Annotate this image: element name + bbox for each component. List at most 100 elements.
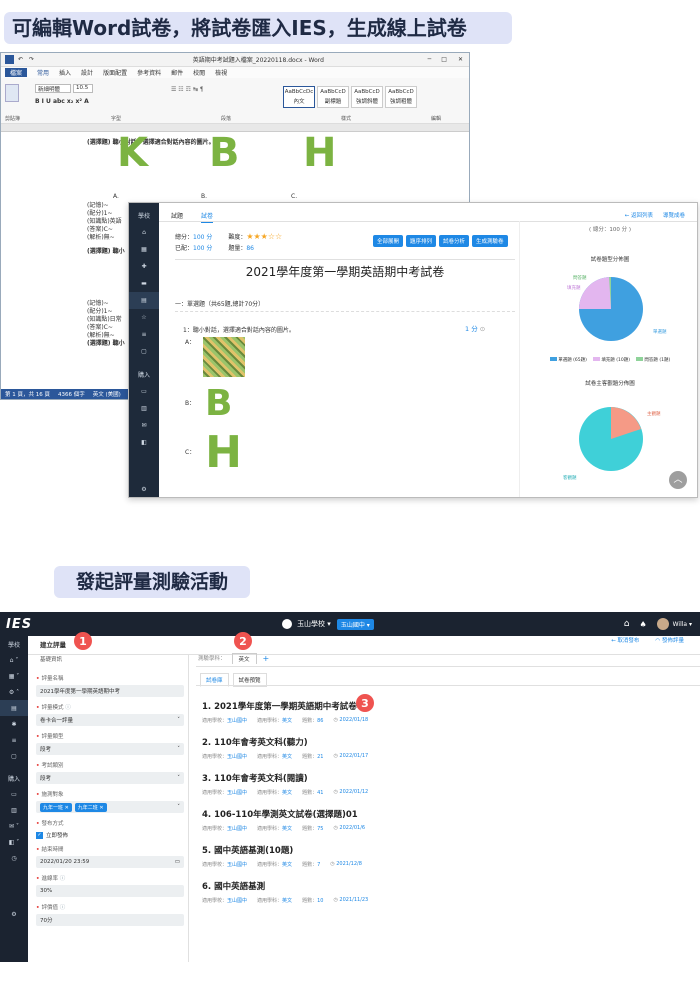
home-icon[interactable]: ⌂ <box>129 224 159 241</box>
exam-category-select[interactable]: 段考 ˅ <box>36 772 184 784</box>
font-size-select[interactable]: 10.5 <box>73 84 93 93</box>
grid-icon[interactable]: ▦ ˅ <box>0 668 28 684</box>
menu-layout[interactable]: 版面配置 <box>103 68 127 77</box>
info-icon[interactable]: ⓘ <box>65 705 71 711</box>
bookmark-icon[interactable]: ☆ <box>129 309 159 326</box>
card-icon[interactable]: ▭ <box>0 786 28 802</box>
list-item[interactable]: 6. 國中英語基測 適用學校：玉山國中 適用學科：英文 題數：10 ◷ 2021/11… <box>202 880 682 904</box>
score-input[interactable]: 70分 <box>36 914 184 926</box>
menu-references[interactable]: 參考資料 <box>137 68 161 77</box>
mail-icon[interactable]: ✉ <box>129 417 159 434</box>
menu-review[interactable]: 校閱 <box>193 68 205 77</box>
guide-paper-link[interactable]: 導覽成卷 <box>663 211 685 219</box>
doc-icon[interactable]: ▤ <box>0 700 28 716</box>
info-icon[interactable]: ⓘ <box>60 876 66 882</box>
avatar[interactable] <box>656 618 669 630</box>
action-links: ← 取消發布 ◠ 發佈評量 <box>611 636 684 644</box>
list-item[interactable]: 4. 106-110年學測英文試卷(選擇題)01 適用學校：玉山國中 適用學科：英… <box>202 808 682 832</box>
chart-icon[interactable]: ▥ <box>0 802 28 818</box>
sidebar-item-buy[interactable]: 購入 <box>129 366 159 383</box>
assessment-name-input[interactable]: 2021學年度第一學期英語期中考 <box>36 685 184 697</box>
publish-now-checkbox[interactable]: ✓ 立即發佈 <box>36 831 184 839</box>
sidebar-item-school[interactable]: 學校 <box>129 207 159 224</box>
ies-logo[interactable]: IES <box>6 617 32 632</box>
settings-icon[interactable]: ⚙ <box>129 481 159 497</box>
assessment-mode-select[interactable]: 卷卡合一評量 ˅ <box>36 714 184 726</box>
publish-assessment-link[interactable]: ◠ 發佈評量 <box>655 636 684 644</box>
menu-mailings[interactable]: 郵件 <box>171 68 183 77</box>
paste-icon[interactable] <box>5 84 19 102</box>
list-item[interactable]: 1. 2021學年度第一學期英語期中考試卷 適用學校：玉山國中 適用學科：英文 題數… <box>202 700 682 724</box>
cancel-publish-link[interactable]: ← 取消發布 <box>611 636 639 644</box>
class-tag-1[interactable]: 九年一班 ✕ <box>40 802 72 812</box>
end-time-input[interactable]: 2022/01/20 23:59 ▭ <box>36 856 184 868</box>
style-normal[interactable]: AaBbCcDc 內文 <box>283 86 315 108</box>
expand-all-button[interactable]: 全部展開 <box>373 235 404 247</box>
school-tag[interactable]: 玉山國中 ▾ <box>336 618 374 630</box>
menu-home[interactable]: 常用 <box>37 68 49 77</box>
school-selector[interactable]: 玉山學校 ▾ <box>297 619 331 629</box>
target-classes-select[interactable]: 九年一班 ✕ 九年二班 ✕ ˅ <box>36 801 184 813</box>
menu-insert[interactable]: 插入 <box>59 68 71 77</box>
window-icon[interactable]: ▢ <box>129 343 159 360</box>
home-icon[interactable]: ⌂ ˅ <box>0 652 28 668</box>
undo-icon[interactable]: ↶ <box>18 56 23 63</box>
info-icon[interactable]: ⓘ <box>60 905 66 911</box>
layers-icon[interactable]: ◧ ˅ <box>0 834 28 850</box>
analysis-button[interactable]: 試卷分析 <box>439 235 470 247</box>
sidebar-item-school[interactable]: 學校 <box>0 636 28 652</box>
rate-input[interactable]: 30% <box>36 885 184 897</box>
option-a: A： <box>185 337 246 377</box>
menu-design[interactable]: 設計 <box>81 68 93 77</box>
folder-icon[interactable]: ▬ <box>129 275 159 292</box>
maximize-icon[interactable]: □ <box>441 56 447 63</box>
card-icon[interactable]: ▭ <box>129 383 159 400</box>
subject-tab-english[interactable]: 英文 <box>231 652 257 664</box>
chart-icon[interactable]: ▥ <box>129 400 159 417</box>
chevron-down-icon: ˅ <box>177 746 180 752</box>
calendar-icon[interactable]: ▭ <box>175 859 180 865</box>
class-tag-2[interactable]: 九年二班 ✕ <box>74 802 107 812</box>
style-subtitle[interactable]: AaBbCcD 副標題 <box>317 86 349 108</box>
redo-icon[interactable]: ↷ <box>29 56 34 63</box>
ribbon-group-labels: 剪貼簿 字型 段落 樣式 編輯 <box>5 116 441 122</box>
user-menu[interactable]: Willa ▾ <box>673 621 692 628</box>
close-icon[interactable]: ✕ <box>458 56 463 63</box>
checkbox-checked-icon[interactable]: ✓ <box>36 831 43 839</box>
style-emphasis[interactable]: AaBbCcD 強調斜體 <box>351 86 383 108</box>
list-icon[interactable]: ≡ <box>129 326 159 343</box>
step-badge-1: 1 <box>74 632 92 650</box>
back-to-list-link[interactable]: ← 返回列表 <box>625 211 653 219</box>
window-icon[interactable]: ▢ <box>0 748 28 764</box>
list-item[interactable]: 2. 110年會考英文科(聽力) 適用學校：玉山國中 適用學科：英文 題數：21 ◷ … <box>202 736 682 760</box>
layers-icon[interactable]: ◧ <box>129 434 159 451</box>
style-strong[interactable]: AaBbCcD 強調粗體 <box>385 86 417 108</box>
list-item[interactable]: 3. 110年會考英文科(閱讀) 適用學校：玉山國中 適用學科：英文 題數：41 ◷ … <box>202 772 682 796</box>
bookmark-icon[interactable]: ✱ <box>0 716 28 732</box>
generate-quiz-button[interactable]: 生成測驗卷 <box>472 235 508 247</box>
option-image-h: H <box>303 130 337 176</box>
home-icon[interactable]: ⌂ <box>624 619 630 629</box>
plus-icon[interactable]: ✚ <box>129 258 159 275</box>
add-subject-icon[interactable]: + <box>263 654 270 663</box>
doc-icon[interactable]: ▤ <box>129 292 159 309</box>
check-circle-icon[interactable]: ⊙ <box>480 325 485 333</box>
clock-icon[interactable]: ◷ <box>0 850 28 866</box>
font-name-select[interactable]: 新細明體 <box>35 84 71 93</box>
menu-file[interactable]: 檔案 <box>5 68 28 77</box>
list-item[interactable]: 5. 國中英語基測(10題) 適用學校：玉山國中 適用學科：英文 題數：7 ◷ 202… <box>202 844 682 868</box>
menu-view[interactable]: 檢視 <box>215 68 227 77</box>
gear-icon[interactable]: ⚙ ˄ <box>0 684 28 700</box>
list-icon[interactable]: ≡ <box>0 732 28 748</box>
settings-icon[interactable]: ⚙ <box>0 906 28 922</box>
sidebar-item-buy[interactable]: 購入 <box>0 770 28 786</box>
assessment-type-select[interactable]: 段考 ˅ <box>36 743 184 755</box>
mail-icon[interactable]: ✉ ˅ <box>0 818 28 834</box>
paragraph-buttons[interactable]: ☰ ☷ ☶ ↹ ¶ <box>171 86 204 93</box>
format-buttons[interactable]: B I U abc x₂ x² A <box>35 98 89 105</box>
minimize-icon[interactable]: ─ <box>428 56 432 63</box>
scroll-top-button[interactable]: ︿ <box>669 471 687 489</box>
grid-icon[interactable]: ▦ <box>129 241 159 258</box>
bell-icon[interactable]: ♠ <box>639 620 646 629</box>
order-button[interactable]: 題序排列 <box>406 235 437 247</box>
